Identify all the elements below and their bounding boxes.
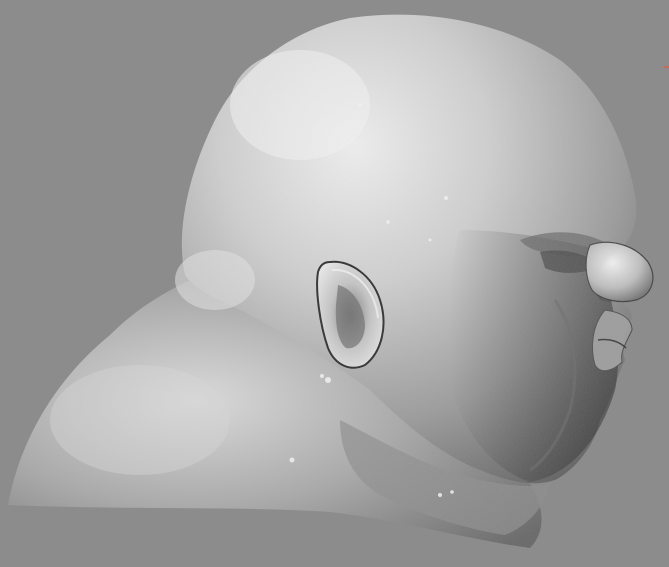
3d-viewport[interactable]	[0, 0, 669, 567]
skin-texture	[8, 14, 637, 548]
sculpt-render	[8, 14, 669, 548]
marker-tick	[664, 66, 669, 68]
